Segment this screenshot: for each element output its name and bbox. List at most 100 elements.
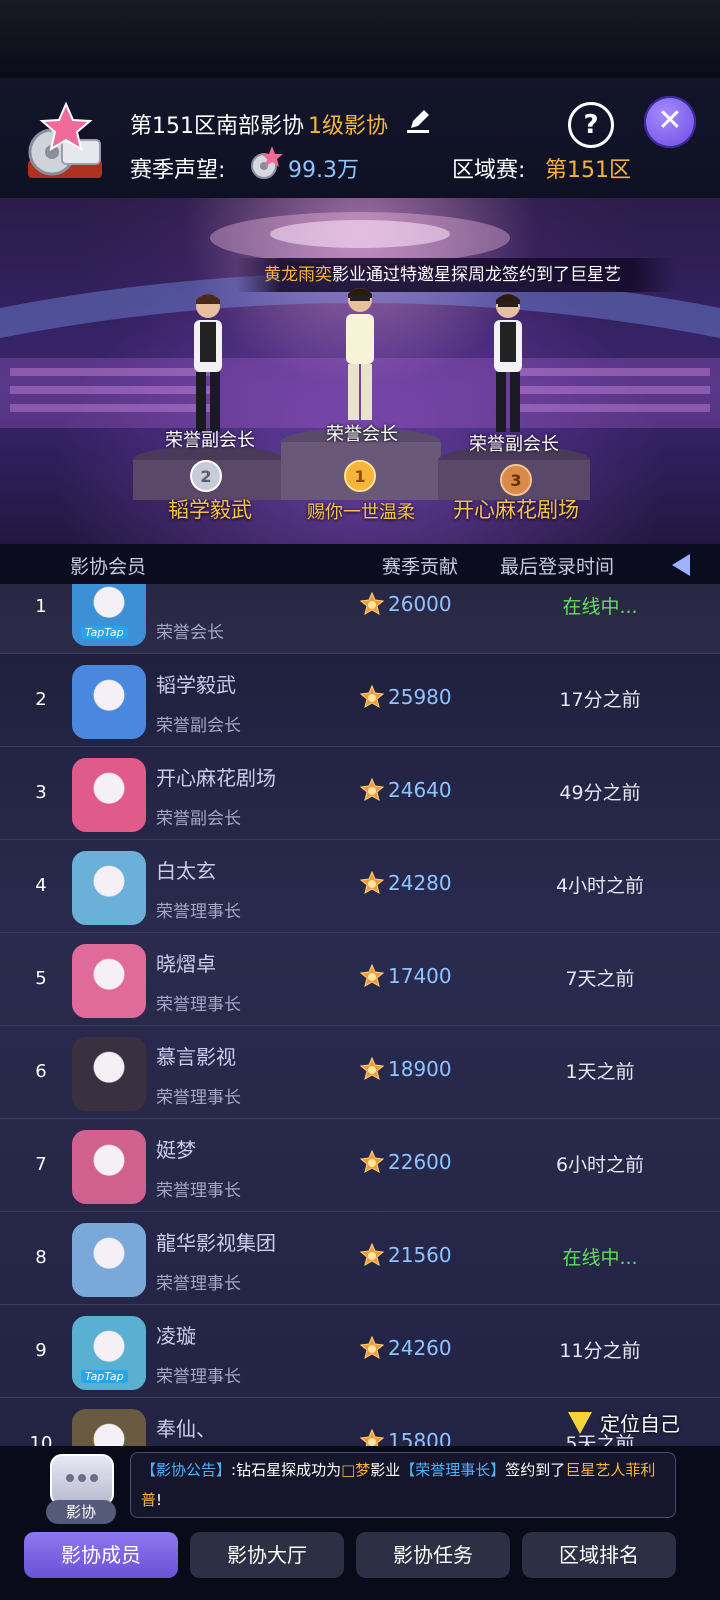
notice-tag: 【影协公告】	[141, 1461, 232, 1479]
announcement-marquee: 黄龙雨奕影业通过特邀星探周龙签约到了巨星艺	[236, 258, 676, 292]
contribution-star-icon	[360, 871, 384, 895]
member-row[interactable]: 5 晓熠卓荣誉理事长 17400 7天之前	[0, 934, 720, 1026]
locate-triangle-icon[interactable]	[566, 1410, 594, 1436]
bronze-medal-icon: 3	[500, 464, 532, 496]
tab-tasks[interactable]: 影协任务	[356, 1532, 510, 1578]
member-last-login: 49分之前	[559, 782, 641, 804]
member-role: 荣誉理事长	[156, 995, 241, 1015]
edit-pencil-icon[interactable]	[405, 108, 431, 134]
member-avatar[interactable]	[72, 944, 146, 1018]
marquee-highlight: 黄龙雨奕	[264, 265, 332, 285]
member-rank: 1	[35, 596, 47, 617]
help-button[interactable]: ?	[568, 102, 614, 148]
podium-title-right: 荣誉副会长	[469, 434, 559, 455]
film-star-badge-icon	[28, 101, 102, 178]
member-role: 荣誉会长	[156, 623, 224, 643]
member-contribution: 22600	[388, 1150, 452, 1174]
member-role: 荣誉副会长	[156, 716, 241, 736]
member-last-login: 在线中...	[562, 1247, 638, 1269]
guild-name: 第151区南部影协	[130, 114, 304, 139]
member-name: 晓熠卓	[156, 952, 216, 976]
member-avatar[interactable]	[72, 665, 146, 739]
member-row[interactable]: 7 娗梦 荣誉理事长 22600 6小时之前	[0, 1120, 720, 1212]
member-avatar[interactable]	[72, 851, 146, 925]
contribution-star-icon	[360, 592, 384, 616]
avatar-tag: TapTap	[81, 626, 128, 639]
bottom-tabs: 影协成员 影协大厅 影协任务 区域排名	[24, 1532, 696, 1578]
region-value: 第151区	[545, 158, 631, 183]
guild-announcement: 【影协公告】:钻石星探成功为□梦影业【荣誉理事长】签约到了巨星艺人菲利普!	[130, 1452, 676, 1518]
member-contribution: 18900	[388, 1057, 452, 1081]
member-avatar[interactable]	[72, 1037, 146, 1111]
member-row[interactable]: 8 龍华影视集团 荣誉理事长 21560 在线中...	[0, 1213, 720, 1305]
member-role: 荣誉理事长	[156, 1367, 241, 1387]
locate-self-button[interactable]: 定位自己	[600, 1408, 680, 1437]
contribution-star-icon	[360, 964, 384, 988]
member-contribution: 25980	[388, 685, 452, 709]
close-button[interactable]: ✕	[644, 96, 696, 148]
notice-guild: □梦	[341, 1461, 371, 1479]
marquee-text: 影业通过特邀星探周龙签约到了巨星艺	[332, 265, 621, 285]
member-rank: 6	[35, 1061, 47, 1082]
member-row[interactable]: 3 开心麻花剧场 荣誉副会长 24640 49分之前	[0, 748, 720, 840]
member-role: 荣誉理事长	[156, 1274, 241, 1294]
member-rank: 9	[35, 1340, 47, 1361]
member-last-login: 17分之前	[559, 689, 641, 711]
member-contribution: 24640	[388, 778, 452, 802]
col-member: 影协会员	[70, 556, 147, 578]
member-rank: 10	[29, 1433, 53, 1446]
vice-president-right-figure[interactable]	[476, 290, 540, 440]
podium-stage: 黄龙雨奕影业通过特邀星探周龙签约到了巨星艺 荣誉副会长 荣誉会长 荣誉副会长 2…	[0, 198, 720, 544]
member-name: 白太玄	[156, 859, 216, 883]
guild-level: 1级影协	[308, 114, 388, 139]
contribution-star-icon	[360, 1429, 384, 1446]
member-last-login: 在线中...	[562, 596, 638, 618]
member-avatar[interactable]	[72, 1130, 146, 1204]
member-row[interactable]: 9 TapTap 凌璇 荣誉理事长 24260 11分之前	[0, 1306, 720, 1398]
tab-region-rank[interactable]: 区域排名	[522, 1532, 676, 1578]
podium-title-left: 荣誉副会长	[165, 430, 255, 451]
locate-self-label: 定位自己	[600, 1412, 680, 1436]
collapse-arrow-icon[interactable]	[668, 552, 694, 578]
member-contribution: 17400	[388, 964, 452, 988]
member-avatar[interactable]	[72, 1409, 146, 1446]
member-list[interactable]: 1 TapTap 荣誉会长 26000 在线中... 2 韬学毅武荣誉副会长 25980 17分…	[0, 584, 720, 1446]
member-row[interactable]: 4 白太玄 荣誉理事长 24280 4小时之前	[0, 841, 720, 933]
member-table-header: 影协会员 赛季贡献 最后登录时间	[0, 544, 720, 584]
guild-header: 第151区南部影协 1级影协 赛季声望: 99.3万 区域赛: 第151区 ? …	[0, 78, 720, 198]
member-avatar[interactable]: TapTap	[72, 1316, 146, 1390]
member-row[interactable]: 1 TapTap 荣誉会长 26000 在线中...	[0, 584, 720, 654]
member-rank: 3	[35, 782, 47, 803]
silver-medal-icon: 2	[190, 460, 222, 492]
podium-name-center[interactable]: 赐你一世温柔	[286, 498, 436, 524]
tab-members[interactable]: 影协成员	[24, 1532, 178, 1578]
contribution-star-icon	[360, 685, 384, 709]
member-last-login: 6小时之前	[555, 1154, 645, 1176]
chat-dots-icon	[66, 1474, 98, 1482]
member-rank: 4	[35, 875, 47, 896]
podium-name-left[interactable]: 韬学毅武	[130, 494, 290, 524]
member-name: 慕言影视	[156, 1045, 236, 1069]
member-avatar[interactable]: TapTap	[72, 584, 146, 646]
notice-text-2: 影业	[370, 1461, 401, 1479]
contribution-star-icon	[360, 1057, 384, 1081]
member-avatar[interactable]	[72, 1223, 146, 1297]
member-role: 荣誉理事长	[156, 1181, 241, 1201]
member-row[interactable]: 2 韬学毅武荣誉副会长 25980 17分之前	[0, 655, 720, 747]
chat-bubble-icon[interactable]	[50, 1454, 114, 1506]
podium-name-right[interactable]: 开心麻花剧场	[432, 494, 600, 524]
member-rank: 5	[35, 968, 47, 989]
tab-hall[interactable]: 影协大厅	[190, 1532, 344, 1578]
member-avatar[interactable]	[72, 758, 146, 832]
member-name: 龍华影视集团	[156, 1231, 276, 1255]
president-figure[interactable]	[328, 284, 392, 424]
region-label: 区域赛:	[452, 158, 526, 183]
member-last-login: 7天之前	[565, 968, 635, 990]
member-rank: 2	[35, 689, 47, 710]
vice-president-left-figure[interactable]	[176, 290, 240, 440]
member-row[interactable]: 6 慕言影视 荣誉理事长 18900 1天之前	[0, 1027, 720, 1119]
member-contribution: 15800	[388, 1429, 452, 1446]
member-contribution: 26000	[388, 592, 452, 616]
member-name: 韬学毅武	[156, 673, 236, 697]
member-last-login: 4小时之前	[555, 875, 645, 897]
